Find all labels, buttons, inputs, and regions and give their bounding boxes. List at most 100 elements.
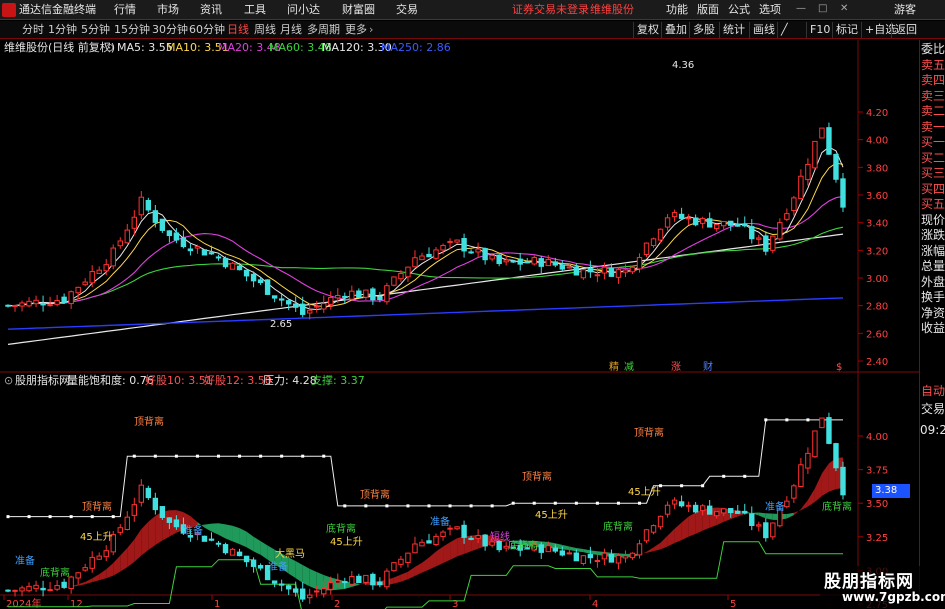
candle-body bbox=[728, 508, 734, 514]
resistance-dot bbox=[174, 454, 178, 458]
stock-link[interactable]: 维维股份 bbox=[590, 0, 634, 20]
maximize-icon[interactable]: □ bbox=[818, 4, 828, 14]
candle-body bbox=[19, 302, 25, 307]
menu-item-ask[interactable]: 问小达 bbox=[287, 0, 320, 20]
candle-body bbox=[713, 223, 720, 230]
candle-body bbox=[257, 565, 264, 569]
sidebar-item-18[interactable]: 收益 bbox=[921, 319, 945, 337]
candle-body bbox=[229, 262, 236, 270]
candle-body bbox=[250, 273, 257, 282]
kline-chart[interactable]: 4.20 4.00 3.80 3.60 3.40 3.20 3.00 2.80 2.60 2.40… bbox=[0, 40, 919, 609]
draw-line-icon[interactable]: ╱ bbox=[777, 22, 791, 38]
tab-fenshi[interactable]: 分时 bbox=[22, 21, 44, 39]
menu-item-wealth[interactable]: 财富圈 bbox=[342, 0, 375, 20]
tab-weekly[interactable]: 周线 bbox=[254, 21, 276, 39]
back-button[interactable]: 返回 bbox=[891, 22, 920, 38]
candle-body bbox=[103, 264, 109, 272]
tab-1min[interactable]: 1分钟 bbox=[48, 21, 77, 39]
resistance-dot bbox=[238, 454, 242, 458]
resistance-dot bbox=[132, 454, 136, 458]
f10-button[interactable]: F10 bbox=[806, 22, 833, 38]
tab-daily[interactable]: 日线 bbox=[227, 21, 249, 39]
mark-button[interactable]: 标记 bbox=[832, 22, 861, 38]
resistance-dot bbox=[701, 484, 705, 488]
guest-label[interactable]: 游客 bbox=[894, 0, 916, 20]
rise-label: 45上升 bbox=[330, 536, 363, 548]
candle-body bbox=[692, 217, 699, 226]
chart-settings-icon[interactable]: ⊙ bbox=[105, 41, 114, 55]
sub-settings-icon[interactable]: ⊙ bbox=[4, 374, 13, 388]
more-chevron-icon[interactable]: › bbox=[369, 21, 373, 39]
candle-body bbox=[742, 510, 748, 514]
menu-item-market[interactable]: 市场 bbox=[157, 0, 179, 20]
candle-body bbox=[370, 288, 376, 301]
top-divergence-label: 顶背离 bbox=[134, 415, 164, 428]
menu-item-formula[interactable]: 公式 bbox=[728, 0, 750, 20]
menu-item-layout[interactable]: 版面 bbox=[697, 0, 719, 20]
restore-rights-button[interactable]: 复权 bbox=[633, 22, 662, 38]
tab-multi-period[interactable]: 多周期 bbox=[307, 21, 340, 39]
candle-body bbox=[664, 504, 671, 515]
menu-item-quotes[interactable]: 行情 bbox=[114, 0, 136, 20]
candle-body bbox=[335, 294, 341, 299]
candle-body bbox=[82, 567, 88, 571]
candle-body bbox=[370, 573, 376, 586]
close-icon[interactable]: ✕ bbox=[840, 4, 850, 14]
tab-monthly[interactable]: 月线 bbox=[280, 21, 302, 39]
candle-body bbox=[96, 555, 102, 560]
minimize-icon[interactable]: — bbox=[796, 4, 806, 14]
sub-ytick-label: 4.00 bbox=[866, 432, 888, 443]
candle-body bbox=[482, 534, 488, 547]
candle-body bbox=[594, 560, 601, 563]
event-mark: 精 bbox=[609, 360, 619, 373]
candle-body bbox=[208, 252, 215, 255]
tab-5min[interactable]: 5分钟 bbox=[81, 21, 110, 39]
resistance-dot bbox=[785, 418, 789, 422]
resistance-dot bbox=[406, 504, 410, 508]
login-status[interactable]: 证券交易未登录 bbox=[512, 0, 589, 20]
candle-body bbox=[678, 501, 685, 507]
main-ytick-label: 4.20 bbox=[866, 108, 888, 119]
candle-body bbox=[271, 580, 278, 584]
candle-body bbox=[489, 255, 495, 260]
candle-body bbox=[54, 300, 60, 305]
sidebar-item-19[interactable]: 自动 bbox=[921, 382, 945, 400]
candle-body bbox=[412, 257, 418, 268]
candle-body bbox=[798, 464, 804, 488]
candle-body bbox=[440, 244, 446, 251]
candle-body bbox=[89, 556, 95, 569]
menu-item-tools[interactable]: 工具 bbox=[244, 0, 266, 20]
good-stock12-label: 好股12: 3.50 bbox=[204, 374, 272, 387]
main-ytick-label: 3.80 bbox=[866, 163, 888, 174]
tab-more[interactable]: 更多 bbox=[345, 21, 367, 39]
event-mark: 涨 bbox=[671, 361, 681, 373]
tab-30min[interactable]: 30分钟 bbox=[152, 21, 188, 39]
tab-15min[interactable]: 15分钟 bbox=[114, 21, 150, 39]
menu-item-function[interactable]: 功能 bbox=[666, 0, 688, 20]
candle-body bbox=[307, 309, 313, 314]
volume-saturation-label: 量能饱和度: 0.76 bbox=[67, 374, 154, 387]
multi-stock-button[interactable]: 多股 bbox=[689, 22, 718, 38]
draw-line-button[interactable]: 画线 bbox=[749, 22, 778, 38]
menu-item-trade[interactable]: 交易 bbox=[396, 0, 418, 20]
resistance-dot bbox=[469, 504, 473, 508]
sidebar-item-20[interactable]: 交易 bbox=[921, 400, 945, 418]
statistics-button[interactable]: 统计 bbox=[719, 22, 748, 38]
trend-band-segment bbox=[421, 557, 429, 573]
trend-band-segment bbox=[695, 509, 703, 534]
candle-body bbox=[805, 452, 811, 469]
candle-body bbox=[468, 251, 474, 254]
trend-band-segment bbox=[786, 512, 794, 519]
trend-band-segment bbox=[576, 547, 584, 553]
overlay-button[interactable]: 叠加 bbox=[661, 22, 690, 38]
tab-60min[interactable]: 60分钟 bbox=[189, 21, 225, 39]
menu-item-news[interactable]: 资讯 bbox=[200, 0, 222, 20]
main-ytick-label: 3.60 bbox=[866, 191, 888, 202]
candle-body bbox=[419, 541, 425, 547]
candle-body bbox=[321, 588, 327, 595]
trend-band-segment bbox=[288, 557, 296, 579]
resistance-dot bbox=[111, 515, 115, 519]
candle-body bbox=[777, 222, 783, 240]
candle-body bbox=[749, 513, 755, 526]
menu-item-options[interactable]: 选项 bbox=[759, 0, 781, 20]
